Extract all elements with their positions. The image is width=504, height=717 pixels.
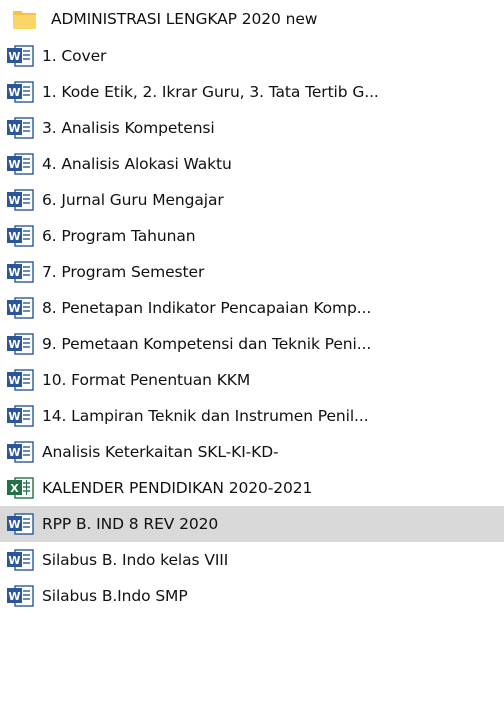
svg-text:W: W [8,374,20,387]
file-item-label: 1. Cover [42,47,107,65]
word-doc-icon: W [7,585,34,607]
word-doc-icon: W [7,225,34,247]
word-doc-icon: W [7,369,34,391]
word-doc-icon: W [7,45,34,67]
file-item-penetapan-indikator[interactable]: W 8. Penetapan Indikator Pencapaian Komp… [0,290,504,326]
word-doc-icon: W [7,441,34,463]
file-item-label: RPP B. IND 8 REV 2020 [42,515,219,533]
file-item-label: Analisis Keterkaitan SKL-KI-KD- [42,443,279,461]
file-item-rpp-b-ind-8[interactable]: W RPP B. IND 8 REV 2020 [0,506,504,542]
file-item-program-tahunan[interactable]: W 6. Program Tahunan [0,218,504,254]
word-doc-icon: W [7,513,34,535]
word-doc-icon: W [7,297,34,319]
svg-text:W: W [8,338,20,351]
file-item-analisis-keterkaitan[interactable]: W Analisis Keterkaitan SKL-KI-KD- [0,434,504,470]
file-item-analisis-kompetensi[interactable]: W 3. Analisis Kompetensi [0,110,504,146]
svg-text:W: W [8,266,20,279]
file-item-label: 8. Penetapan Indikator Pencapaian Komp..… [42,299,372,317]
file-item-label: 7. Program Semester [42,263,205,281]
file-item-jurnal-guru[interactable]: W 6. Jurnal Guru Mengajar [0,182,504,218]
file-item-silabus-kelas-viii[interactable]: W Silabus B. Indo kelas VIII [0,542,504,578]
file-item-label: Silabus B. Indo kelas VIII [42,551,229,569]
file-item-analisis-alokasi-waktu[interactable]: W 4. Analisis Alokasi Waktu [0,146,504,182]
svg-text:W: W [8,518,20,531]
file-item-format-kkm[interactable]: W 10. Format Penentuan KKM [0,362,504,398]
svg-text:W: W [8,554,20,567]
file-item-lampiran-teknik[interactable]: W 14. Lampiran Teknik dan Instrumen Peni… [0,398,504,434]
word-doc-icon: W [7,81,34,103]
word-doc-icon: W [7,549,34,571]
file-item-kode-etik[interactable]: W 1. Kode Etik, 2. Ikrar Guru, 3. Tata T… [0,74,504,110]
svg-text:W: W [8,122,20,135]
file-item-label: 10. Format Penentuan KKM [42,371,251,389]
file-item-kalender-pendidikan[interactable]: X KALENDER PENDIDIKAN 2020-2021 [0,470,504,506]
svg-text:W: W [8,446,20,459]
word-doc-icon: W [7,261,34,283]
file-item-label: KALENDER PENDIDIKAN 2020-2021 [42,479,313,497]
word-doc-icon: W [7,189,34,211]
word-doc-icon: W [7,405,34,427]
word-doc-icon: W [7,153,34,175]
svg-text:W: W [8,230,20,243]
file-item-label: 6. Program Tahunan [42,227,196,245]
file-item-label: 3. Analisis Kompetensi [42,119,215,137]
file-item-cover[interactable]: W 1. Cover [0,38,504,74]
svg-text:W: W [8,86,20,99]
file-item-label: 4. Analisis Alokasi Waktu [42,155,232,173]
file-item-administrasi-folder[interactable]: ADMINISTRASI LENGKAP 2020 new [0,0,504,38]
excel-sheet-icon: X [7,477,34,499]
file-item-program-semester[interactable]: W 7. Program Semester [0,254,504,290]
file-item-label: 9. Pemetaan Kompetensi dan Teknik Peni..… [42,335,372,353]
svg-text:W: W [8,302,20,315]
file-item-pemetaan-kompetensi[interactable]: W 9. Pemetaan Kompetensi dan Teknik Peni… [0,326,504,362]
svg-text:W: W [8,194,20,207]
file-item-label: 14. Lampiran Teknik dan Instrumen Penil.… [42,407,369,425]
file-item-silabus-smp[interactable]: W Silabus B.Indo SMP [0,578,504,614]
svg-text:W: W [8,158,20,171]
file-item-label: ADMINISTRASI LENGKAP 2020 new [51,10,318,28]
svg-text:W: W [8,410,20,423]
file-item-label: 1. Kode Etik, 2. Ikrar Guru, 3. Tata Ter… [42,83,379,101]
folder-icon [13,11,36,29]
svg-text:W: W [8,50,20,63]
word-doc-icon: W [7,117,34,139]
file-item-label: Silabus B.Indo SMP [42,587,188,605]
svg-text:W: W [8,590,20,603]
word-doc-icon: W [7,333,34,355]
file-list: ADMINISTRASI LENGKAP 2020 new W 1. Cover… [0,0,504,614]
file-item-label: 6. Jurnal Guru Mengajar [42,191,224,209]
svg-text:X: X [10,482,19,495]
